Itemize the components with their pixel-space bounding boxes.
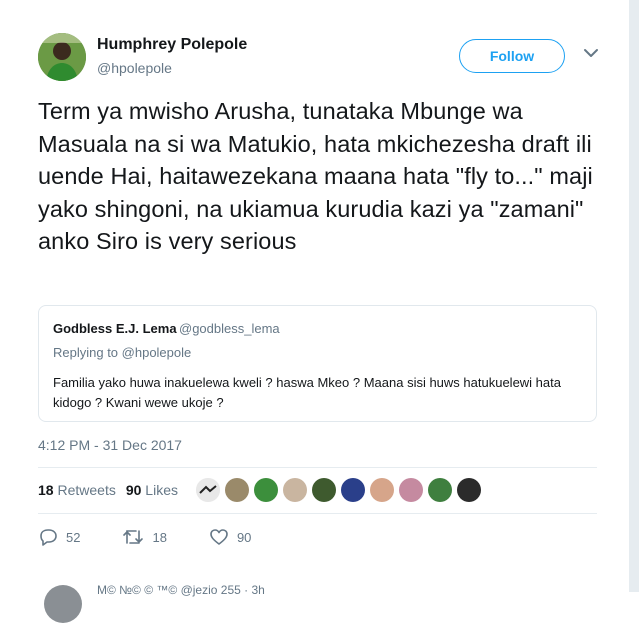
retweets-label: Retweets [57, 482, 116, 498]
tweet-text: Term ya mwisho Arusha, tunataka Mbunge w… [38, 98, 593, 254]
like-button[interactable]: 90 [209, 528, 251, 546]
reply-button[interactable]: 52 [38, 528, 80, 546]
page-right-edge [629, 0, 639, 592]
quote-replying-to: Replying to @hpolepole [53, 345, 191, 360]
quote-author-name: Godbless E.J. Lema [53, 321, 177, 336]
replying-handle-link[interactable]: @hpolepole [122, 345, 192, 360]
tweet-actions: 52 18 90 [38, 528, 293, 546]
likes-label: Likes [145, 482, 178, 498]
retweet-count: 18 [152, 529, 167, 545]
quote-author-handle: @godbless_lema [179, 321, 280, 336]
tweet-timestamp[interactable]: 4:12 PM - 31 Dec 2017 [38, 437, 182, 453]
liker-avatar[interactable] [254, 478, 278, 502]
likes-count: 90 [125, 482, 142, 498]
like-count: 90 [236, 529, 252, 545]
liker-avatar[interactable] [283, 478, 307, 502]
heart-icon [210, 529, 228, 545]
replying-prefix: Replying to [53, 345, 122, 360]
reply-icon [40, 529, 57, 546]
liker-avatar[interactable] [225, 478, 249, 502]
retweets-stat[interactable]: 18 Retweets [38, 482, 116, 498]
author-avatar[interactable] [38, 33, 86, 81]
tweet-stats: 18 Retweets 90 Likes [38, 482, 178, 498]
retweet-button[interactable]: 18 [122, 528, 167, 546]
reply-count: 52 [66, 529, 81, 545]
follow-button[interactable]: Follow [459, 39, 565, 73]
liker-avatar[interactable] [312, 478, 336, 502]
retweets-count: 18 [38, 482, 54, 498]
author-name[interactable]: Humphrey Polepole [97, 36, 247, 54]
next-tweet-header: M© №© © ™© @jezio 255 · 3h [97, 583, 265, 597]
liker-avatar[interactable] [196, 478, 220, 502]
likers-avatars [196, 478, 481, 502]
liker-avatar[interactable] [428, 478, 452, 502]
quote-text: Familia yako huwa inakuelewa kweli ? has… [53, 375, 561, 410]
divider-top [38, 467, 597, 468]
divider-bottom [38, 513, 597, 514]
quoted-tweet[interactable]: Godbless E.J. Lema @godbless_lema Replyi… [38, 305, 597, 422]
liker-avatar[interactable] [457, 478, 481, 502]
chevron-down-icon[interactable] [582, 46, 600, 60]
likes-stat[interactable]: 90 Likes [126, 482, 178, 498]
liker-avatar[interactable] [399, 478, 423, 502]
liker-avatar[interactable] [370, 478, 394, 502]
retweet-icon [123, 530, 144, 544]
author-handle[interactable]: @hpolepole [97, 60, 172, 76]
next-tweet-avatar[interactable] [44, 585, 82, 623]
liker-avatar[interactable] [341, 478, 365, 502]
